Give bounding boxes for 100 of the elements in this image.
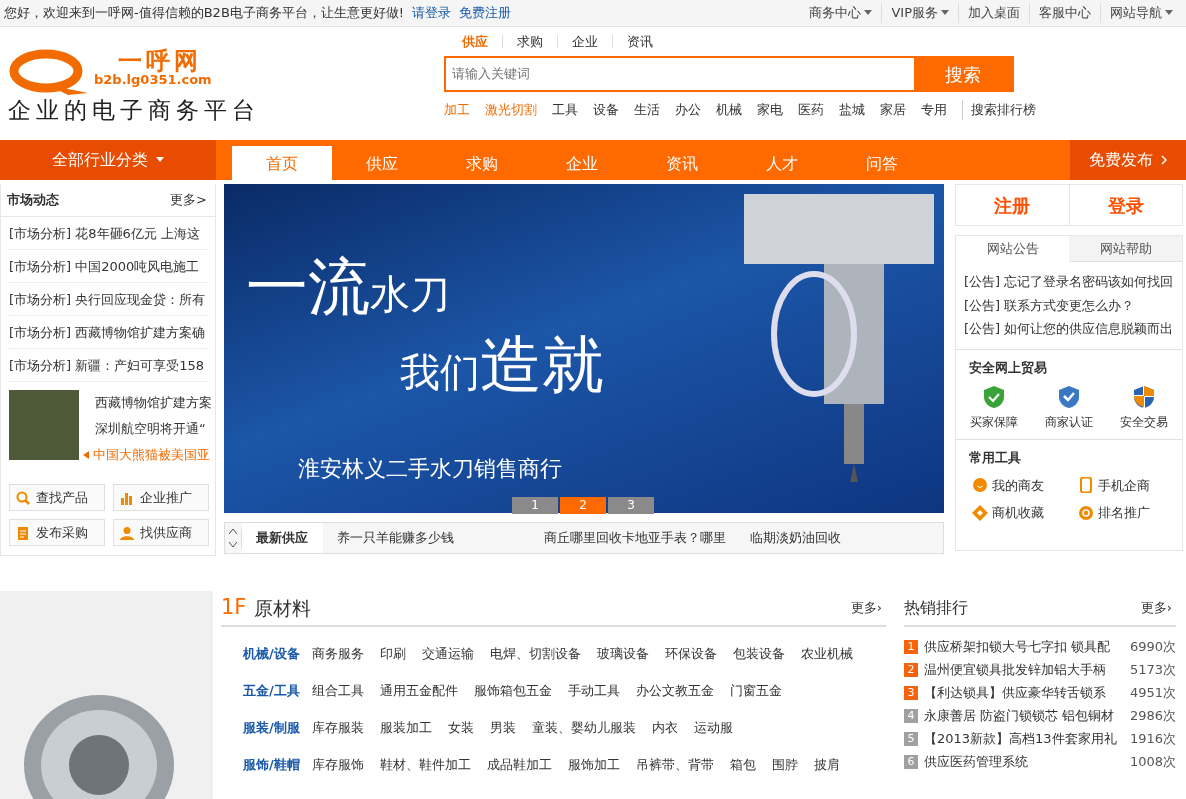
- quick-link-button[interactable]: 找供应商: [113, 519, 209, 546]
- subcategory-link[interactable]: 农业机械: [800, 643, 853, 664]
- subcategory-link[interactable]: 交通运输: [421, 643, 474, 664]
- shield-icon: [1132, 385, 1157, 409]
- top-link[interactable]: 免费注册: [459, 3, 511, 23]
- hot-word-link[interactable]: 机械: [716, 100, 742, 120]
- notice-link[interactable]: [公告] 忘记了登录名密码该如何找回: [956, 270, 1182, 294]
- subcategory-link[interactable]: 箱包: [729, 754, 756, 775]
- subcategory-link[interactable]: 玻璃设备: [596, 643, 649, 664]
- view-count: 5173次: [1129, 660, 1176, 679]
- more-link[interactable]: 更多>: [170, 190, 207, 210]
- search-tab[interactable]: 求购: [502, 35, 557, 48]
- tool-link[interactable]: 我的商友: [972, 475, 1072, 495]
- category-link[interactable]: 服装/制服: [243, 717, 300, 738]
- category-link[interactable]: 机械/设备: [243, 643, 300, 664]
- subcategory-link[interactable]: 印刷: [379, 643, 406, 664]
- news-link[interactable]: [市场分析] 新疆：产妇可享受158: [9, 349, 207, 382]
- top-link[interactable]: 请登录: [412, 3, 451, 23]
- category-link[interactable]: 五金/工具: [243, 680, 300, 701]
- ranking-link[interactable]: 【2013新款】高档13件套家用礼: [924, 728, 1117, 749]
- subcategory-link[interactable]: 组合工具: [311, 680, 364, 701]
- hot-word-link[interactable]: 生活: [634, 100, 660, 120]
- ranking-link[interactable]: 永康善居 防盗门锁锁芯 铝包铜材: [924, 705, 1115, 726]
- subcategory-link[interactable]: 手动工具: [567, 680, 620, 701]
- subcategory-link[interactable]: 童装、婴幼儿服装: [531, 717, 636, 738]
- subcategory-link[interactable]: 披肩: [813, 754, 840, 775]
- view-count: 1008次: [1129, 752, 1176, 771]
- top-menu-item[interactable]: 客服中心: [1029, 3, 1100, 23]
- subcategory-link[interactable]: 吊裤带、背带: [635, 754, 714, 775]
- subcategory-link[interactable]: 围脖: [771, 754, 798, 775]
- supply-link[interactable]: 养一只羊能赚多少钱: [336, 528, 530, 548]
- ranking-link[interactable]: 供应桥架扣锁大号七字扣 锁具配: [924, 636, 1111, 657]
- subcategory-link[interactable]: 办公文教五金: [635, 680, 714, 701]
- subcategory-link[interactable]: 男装: [489, 717, 516, 738]
- logo-name: 一呼网: [118, 49, 202, 73]
- news-link[interactable]: [市场分析] 西藏博物馆扩建方案确: [9, 316, 207, 349]
- subcategory-link[interactable]: 女装: [447, 717, 474, 738]
- hot-word-link[interactable]: 家居: [880, 100, 906, 120]
- subcategory-link[interactable]: 库存服装: [311, 717, 364, 738]
- photo-news-link[interactable]: 西藏博物馆扩建方案: [95, 390, 212, 416]
- subcategory-link[interactable]: 内衣: [651, 717, 678, 738]
- subcategory-link[interactable]: 运动服: [693, 717, 733, 738]
- subcategory-link[interactable]: 成品鞋加工: [486, 754, 552, 775]
- subcategory-link[interactable]: 库存服饰: [311, 754, 364, 775]
- logo-slogan: 企业的电子商务平台: [8, 97, 261, 125]
- ranking-link[interactable]: 【利达锁具】供应豪华转舌锁系: [924, 682, 1106, 703]
- quick-link-button[interactable]: 企业推广: [113, 484, 209, 511]
- subcategory-link[interactable]: 包装设备: [732, 643, 785, 664]
- search-tab[interactable]: 资讯: [612, 35, 667, 48]
- section-title: 热销排行: [904, 597, 968, 619]
- subcategory-link[interactable]: 环保设备: [664, 643, 717, 664]
- tool-link[interactable]: 排名推广: [1078, 503, 1178, 523]
- publish-button[interactable]: 免费发布: [1070, 140, 1186, 180]
- section-title: 常用工具: [968, 449, 1022, 467]
- hot-word-link[interactable]: 设备: [593, 100, 619, 120]
- subcategory-link[interactable]: 鞋材、鞋件加工: [379, 754, 471, 775]
- document-icon: [16, 525, 30, 540]
- more-link[interactable]: 更多›: [850, 598, 882, 618]
- notice-link[interactable]: [公告] 如何让您的供应信息脱颖而出: [956, 317, 1182, 341]
- subcategory-link[interactable]: 通用五金配件: [379, 680, 458, 701]
- news-link[interactable]: [市场分析] 中国2000吨风电施工: [9, 250, 207, 283]
- hot-word-link[interactable]: 办公: [675, 100, 701, 120]
- supply-link[interactable]: 商丘哪里回收卡地亚手表？哪里: [543, 528, 737, 548]
- hot-word-link[interactable]: 专用: [921, 100, 947, 120]
- subcategory-link[interactable]: 商务服务: [311, 643, 364, 664]
- notice-link[interactable]: [公告] 联系方式变更怎么办？: [956, 293, 1182, 317]
- notice-tab[interactable]: 网站帮助: [1069, 236, 1182, 262]
- tool-link[interactable]: 手机企商: [1078, 475, 1178, 495]
- news-link[interactable]: [市场分析] 央行回应现金贷：所有: [9, 283, 207, 316]
- photo-news-link[interactable]: 深圳航空明将开通“: [95, 416, 212, 442]
- tool-link[interactable]: 商机收藏: [972, 503, 1072, 523]
- ranking-link[interactable]: 供应医药管理系统: [924, 751, 1028, 772]
- quick-link-button[interactable]: 发布采购: [9, 519, 105, 546]
- subcategory-link[interactable]: 电焊、切割设备: [489, 643, 581, 664]
- category-link[interactable]: 服饰/鞋帽: [243, 754, 300, 775]
- search-tab[interactable]: 企业: [557, 35, 612, 48]
- more-link[interactable]: 更多›: [1140, 598, 1172, 618]
- search-ranking-link[interactable]: 搜索排行榜: [962, 100, 1036, 120]
- hot-word-link[interactable]: 医药: [798, 100, 824, 120]
- hot-word-link[interactable]: 盐城: [839, 100, 865, 120]
- logo-domain: b2b.lg0351.com: [94, 73, 212, 88]
- supply-link[interactable]: 临期淡奶油回收: [750, 528, 943, 548]
- top-menu-item[interactable]: 网站导航: [1100, 3, 1182, 23]
- subcategory-link[interactable]: 服装加工: [379, 717, 432, 738]
- top-menu-item[interactable]: 商务中心: [800, 3, 882, 23]
- news-link[interactable]: [市场分析] 花8年砸6亿元 上海这: [9, 217, 207, 250]
- floor-number: 1F: [221, 594, 247, 622]
- top-menu-item[interactable]: VIP服务: [881, 3, 958, 23]
- hot-word-link[interactable]: 工具: [552, 100, 578, 120]
- hot-word-link[interactable]: 家电: [757, 100, 783, 120]
- caret-icon: [156, 157, 164, 163]
- subcategory-link[interactable]: 服饰箱包五金: [473, 680, 552, 701]
- section-title: 市场动态: [7, 191, 59, 210]
- subcategory-link[interactable]: 服饰加工: [567, 754, 620, 775]
- photo-placeholder: [9, 390, 79, 460]
- category-menu-button[interactable]: 全部行业分类: [0, 140, 216, 180]
- top-menu-item[interactable]: 加入桌面: [958, 3, 1029, 23]
- subcategory-link[interactable]: 门窗五金: [729, 680, 782, 701]
- quick-link-button[interactable]: 查找产品: [9, 484, 105, 511]
- ranking-link[interactable]: 温州便宜锁具批发锌加铝大手柄: [924, 659, 1106, 680]
